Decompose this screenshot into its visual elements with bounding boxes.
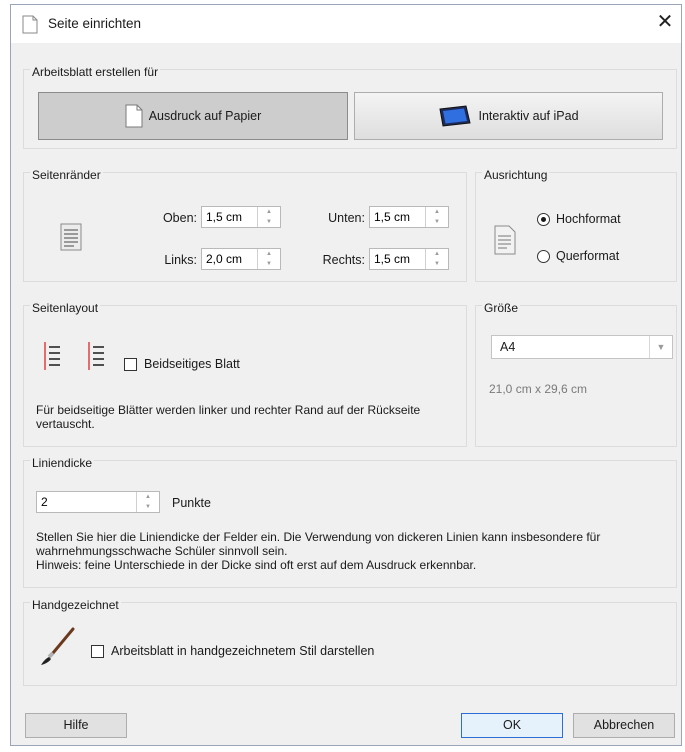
checkbox-box[interactable] (124, 357, 137, 371)
chevron-down-icon[interactable]: ▼ (649, 336, 672, 358)
radio-indicator[interactable] (537, 249, 550, 263)
checkbox-box[interactable] (91, 644, 104, 658)
landscape-radio[interactable]: Querformat (537, 249, 619, 263)
line-width-hint: Hinweis: feine Unterschiede in der Dicke… (36, 558, 477, 572)
title-bar: Seite einrichten ✕ (11, 5, 681, 43)
portrait-page-icon (494, 225, 516, 255)
spin-up-icon[interactable]: ▲ (426, 249, 448, 259)
paper-dimensions: 21,0 cm x 29,6 cm (489, 382, 588, 396)
spin-down-icon[interactable]: ▼ (137, 502, 159, 512)
margin-right-spinner[interactable]: ▲▼ (369, 248, 449, 270)
spinner-arrows[interactable]: ▲ ▼ (425, 207, 448, 227)
spin-down-icon[interactable]: ▼ (258, 259, 280, 269)
spin-up-icon[interactable]: ▲ (258, 249, 280, 259)
group-title: Arbeitsblatt erstellen für (30, 65, 161, 79)
double-sided-checkbox[interactable]: Beidseitiges Blatt (124, 357, 240, 371)
spin-down-icon[interactable]: ▼ (426, 217, 448, 227)
page-margins-icon (60, 223, 82, 251)
spinner-arrows[interactable]: ▲ ▼ (257, 249, 280, 269)
line-width-description: Stellen Sie hier die Liniendicke der Fel… (36, 530, 601, 558)
margin-right-label: Rechts: (322, 253, 365, 267)
margin-top-spinner[interactable]: ▲▼ (201, 206, 281, 228)
left-page-layout-icon (44, 342, 60, 370)
landscape-label: Querformat (556, 249, 620, 263)
line-width-input[interactable] (37, 492, 141, 512)
margin-bottom-spinner[interactable]: ▲▼ (369, 206, 449, 228)
spin-up-icon[interactable]: ▲ (426, 207, 448, 217)
hand-drawn-label: Arbeitsblatt in handgezeichnetem Stil da… (111, 644, 375, 658)
size-group: Größe (475, 301, 677, 447)
double-sided-label: Beidseitiges Blatt (144, 357, 240, 371)
page-setup-dialog: Seite einrichten ✕ Arbeitsblatt erstelle… (10, 4, 682, 746)
margin-right-input[interactable] (370, 249, 432, 269)
portrait-label: Hochformat (556, 212, 621, 226)
interactive-ipad-label: Interaktiv auf iPad (478, 109, 579, 123)
close-button[interactable]: ✕ (653, 11, 677, 35)
window-title: Seite einrichten (48, 16, 142, 31)
radio-indicator[interactable] (537, 212, 550, 226)
portrait-radio[interactable]: Hochformat (537, 212, 621, 226)
group-title: Seitenlayout (30, 301, 101, 315)
margin-left-spinner[interactable]: ▲▼ (201, 248, 281, 270)
ok-button[interactable]: OK (461, 713, 563, 738)
margin-left-input[interactable] (202, 249, 264, 269)
line-width-unit: Punkte (172, 496, 211, 510)
margin-left-label: Links: (164, 253, 197, 267)
line-width-spinner[interactable]: ▲▼ (36, 491, 160, 513)
spin-down-icon[interactable]: ▼ (258, 217, 280, 227)
hand-drawn-checkbox[interactable]: Arbeitsblatt in handgezeichnetem Stil da… (91, 644, 374, 658)
spinner-arrows[interactable]: ▲ ▼ (136, 492, 159, 512)
cancel-button[interactable]: Abbrechen (573, 713, 675, 738)
margin-top-input[interactable] (202, 207, 264, 227)
ipad-icon (439, 105, 472, 127)
print-on-paper-label: Ausdruck auf Papier (148, 109, 262, 123)
paper-size-select[interactable]: A4 ▼ (491, 335, 673, 359)
paper-size-value: A4 (500, 340, 516, 354)
paper-icon (125, 104, 143, 128)
interactive-ipad-button[interactable]: Interaktiv auf iPad (354, 92, 663, 140)
spinner-arrows[interactable]: ▲ ▼ (425, 249, 448, 269)
spin-up-icon[interactable]: ▲ (137, 492, 159, 502)
group-title: Ausrichtung (482, 168, 550, 182)
group-title: Liniendicke (30, 456, 95, 470)
document-icon (22, 15, 38, 34)
spin-up-icon[interactable]: ▲ (258, 207, 280, 217)
margin-bottom-input[interactable] (370, 207, 432, 227)
spin-down-icon[interactable]: ▼ (426, 259, 448, 269)
margin-bottom-label: Unten: (328, 211, 365, 225)
spinner-arrows[interactable]: ▲ ▼ (257, 207, 280, 227)
group-title: Größe (482, 301, 521, 315)
brush-icon (41, 627, 75, 665)
group-title: Handgezeichnet (30, 598, 121, 612)
print-on-paper-button[interactable]: Ausdruck auf Papier (38, 92, 348, 140)
right-page-layout-icon (88, 342, 104, 370)
double-sided-note: Für beidseitige Blätter werden linker un… (36, 403, 421, 431)
margin-top-label: Oben: (162, 211, 197, 225)
help-button[interactable]: Hilfe (25, 713, 127, 738)
group-title: Seitenränder (30, 168, 103, 182)
